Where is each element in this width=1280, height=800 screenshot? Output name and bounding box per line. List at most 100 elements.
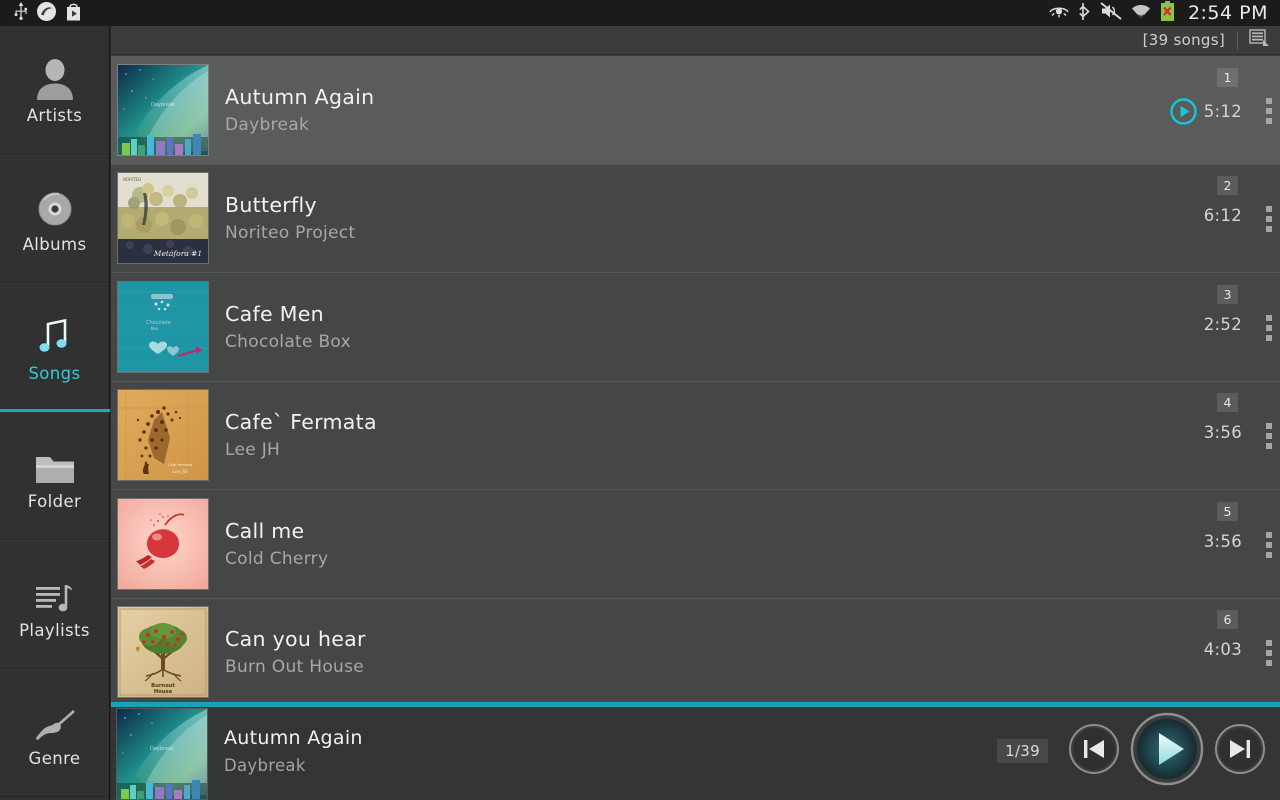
- now-playing-title: Autumn Again: [224, 727, 997, 749]
- svg-text:NORITEO: NORITEO: [123, 177, 141, 182]
- mute-icon: [1100, 2, 1122, 24]
- track-number: 6: [1217, 610, 1238, 629]
- row-overflow-menu-icon[interactable]: [1266, 640, 1272, 666]
- play-icon[interactable]: [1130, 712, 1204, 790]
- svg-text:Chocolate: Chocolate: [146, 320, 171, 326]
- now-playing-bar: Daybreak Autumn Again Daybreak 1/39: [111, 702, 1280, 800]
- play-icon[interactable]: [1170, 98, 1197, 125]
- sidebar-item-label: Albums: [23, 235, 87, 254]
- duration-wrap: 3:56: [1204, 532, 1242, 551]
- usb-icon: [14, 2, 28, 24]
- album-art: Chocolate Box: [117, 281, 209, 373]
- album-art: [117, 498, 209, 590]
- album-art: Daybreak: [117, 64, 209, 156]
- song-count-label: [39 songs]: [1143, 31, 1225, 49]
- now-playing-album-art: Daybreak: [116, 708, 208, 800]
- guitar-icon: [33, 697, 77, 743]
- skip-next-icon[interactable]: [1214, 723, 1266, 779]
- song-meta: Butterfly Noriteo Project: [225, 193, 1152, 243]
- track-number: 4: [1217, 393, 1238, 412]
- eye-care-icon: [1048, 3, 1070, 23]
- cd-icon: [35, 183, 75, 229]
- browser-icon: [37, 2, 56, 25]
- svg-text:House: House: [154, 689, 173, 695]
- duration-wrap: 2:52: [1204, 315, 1242, 334]
- track-number: 1: [1217, 68, 1238, 87]
- player-controls: 1/39: [997, 712, 1280, 790]
- folder-icon: [34, 440, 76, 486]
- now-playing-artist: Daybreak: [224, 756, 997, 775]
- song-artist: Lee JH: [225, 440, 1152, 460]
- song-duration: 5:12: [1204, 102, 1242, 121]
- status-bar-left-icons: [0, 2, 82, 25]
- album-art: NORITEO Metáfora #1: [117, 172, 209, 264]
- song-artist: Daybreak: [225, 115, 1152, 135]
- svg-text:Cafe Fermata: Cafe Fermata: [168, 463, 192, 467]
- row-controls: 1 5:12: [1152, 64, 1280, 156]
- song-artist: Chocolate Box: [225, 332, 1152, 352]
- battery-error-icon: [1160, 1, 1175, 25]
- row-overflow-menu-icon[interactable]: [1266, 423, 1272, 449]
- content-area: [39 songs]: [111, 26, 1280, 800]
- song-list-header: [39 songs]: [111, 26, 1280, 55]
- row-controls: 5 3:56: [1152, 498, 1280, 590]
- song-meta: Call me Cold Cherry: [225, 519, 1152, 569]
- song-title: Cafe Men: [225, 302, 1152, 326]
- sidebar-item-songs[interactable]: Songs: [0, 283, 109, 412]
- album-art: Cafe Fermata Lee JH: [117, 389, 209, 481]
- table-row[interactable]: Daybreak Autumn Again Daybreak 1: [111, 56, 1280, 165]
- music-player-screen: 2:54 PM Artists: [0, 0, 1280, 800]
- sidebar-item-label: Folder: [28, 492, 81, 511]
- progress-fill: [111, 702, 1280, 707]
- album-art: Burnout House: [117, 606, 209, 698]
- sidebar-item-genre[interactable]: Genre: [0, 669, 109, 798]
- song-artist: Cold Cherry: [225, 549, 1152, 569]
- art-caption: Metáfora #1: [153, 249, 202, 258]
- status-bar-clock: 2:54 PM: [1188, 2, 1268, 24]
- sidebar-item-label: Playlists: [19, 621, 90, 640]
- person-icon: [35, 54, 75, 100]
- row-overflow-menu-icon[interactable]: [1266, 532, 1272, 558]
- sidebar-item-albums[interactable]: Albums: [0, 155, 109, 284]
- svg-text:Lee JH: Lee JH: [171, 469, 189, 475]
- list-sort-icon[interactable]: [1248, 28, 1270, 53]
- skip-previous-icon[interactable]: [1068, 723, 1120, 779]
- sidebar-item-label: Songs: [28, 364, 80, 383]
- bluetooth-icon: [1079, 2, 1091, 25]
- song-title: Autumn Again: [225, 85, 1152, 109]
- song-title: Cafe` Fermata: [225, 410, 1152, 434]
- track-number: 3: [1217, 285, 1238, 304]
- duration-wrap: 6:12: [1204, 206, 1242, 225]
- row-overflow-menu-icon[interactable]: [1266, 315, 1272, 341]
- table-row[interactable]: Call me Cold Cherry 5 3:56: [111, 490, 1280, 599]
- song-title: Can you hear: [225, 627, 1152, 651]
- row-overflow-menu-icon[interactable]: [1266, 98, 1272, 124]
- progress-bar[interactable]: [111, 702, 1280, 707]
- row-overflow-menu-icon[interactable]: [1266, 206, 1272, 232]
- table-row[interactable]: Chocolate Box Cafe Men Chocolate Box 3: [111, 273, 1280, 382]
- sidebar-item-folder[interactable]: Folder: [0, 412, 109, 541]
- song-duration: 4:03: [1204, 640, 1242, 659]
- duration-wrap: 5:12: [1170, 98, 1242, 125]
- now-playing-meta: Autumn Again Daybreak: [224, 727, 997, 775]
- header-divider: [1237, 31, 1238, 50]
- song-duration: 2:52: [1204, 315, 1242, 334]
- table-row[interactable]: NORITEO Metáfora #1 Butterfly Noriteo Pr…: [111, 165, 1280, 274]
- song-meta: Can you hear Burn Out House: [225, 627, 1152, 677]
- status-bar-right-icons: 2:54 PM: [1048, 1, 1280, 25]
- song-duration: 3:56: [1204, 532, 1242, 551]
- table-row[interactable]: Cafe Fermata Lee JH Cafe` Fermata Lee JH…: [111, 382, 1280, 491]
- row-controls: 2 6:12: [1152, 172, 1280, 264]
- play-store-icon: [65, 2, 82, 25]
- song-duration: 6:12: [1204, 206, 1242, 225]
- music-note-icon: [35, 312, 75, 358]
- table-row[interactable]: Burnout House Can you hear Burn Out Hous…: [111, 599, 1280, 708]
- sidebar-item-playlists[interactable]: Playlists: [0, 540, 109, 669]
- song-list[interactable]: Daybreak Autumn Again Daybreak 1: [111, 56, 1280, 728]
- song-title: Call me: [225, 519, 1152, 543]
- song-artist: Burn Out House: [225, 657, 1152, 677]
- sidebar-item-artists[interactable]: Artists: [0, 26, 109, 155]
- svg-text:Daybreak: Daybreak: [150, 746, 174, 752]
- song-meta: Autumn Again Daybreak: [225, 85, 1152, 135]
- duration-wrap: 4:03: [1204, 640, 1242, 659]
